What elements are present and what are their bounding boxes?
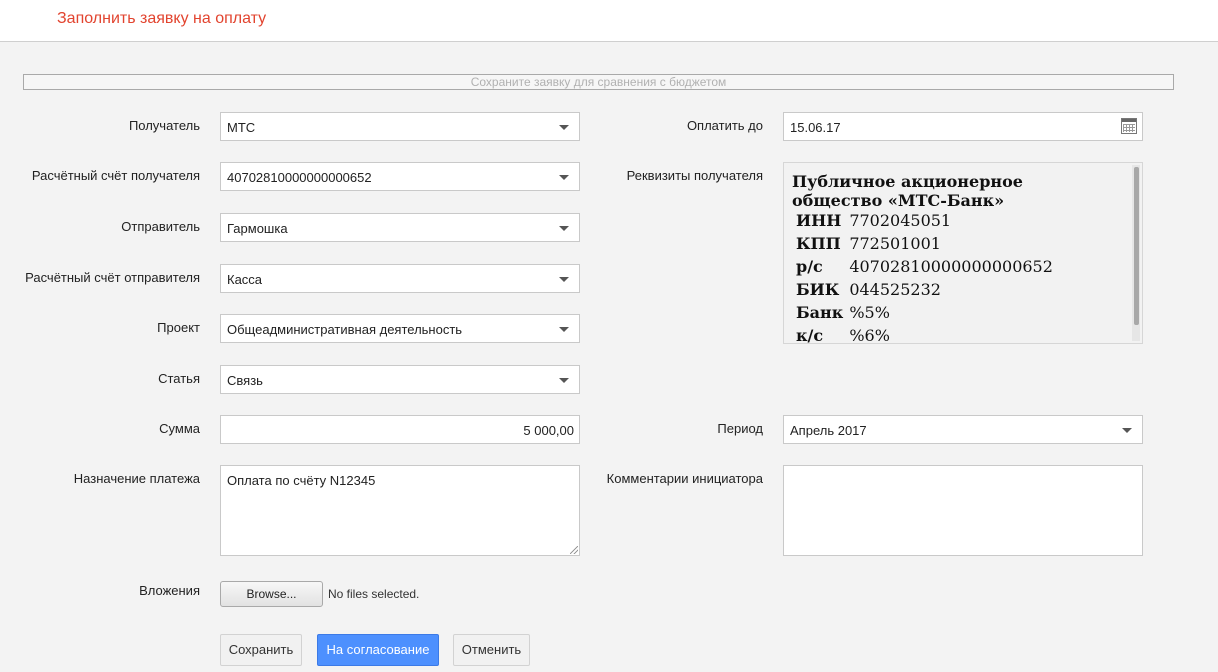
- requisites-key: Банк: [796, 303, 844, 322]
- page-header: Заполнить заявку на оплату: [0, 0, 1218, 42]
- requisites-row: ИНН 7702045051: [794, 211, 1057, 234]
- sender-label: Отправитель: [121, 219, 200, 234]
- initiator-comments-textarea[interactable]: [783, 465, 1143, 556]
- cancel-button[interactable]: Отменить: [453, 634, 530, 666]
- chevron-down-icon: [559, 226, 569, 231]
- requisites-key: к/с: [796, 326, 824, 344]
- file-status: No files selected.: [328, 587, 420, 601]
- requisites-value: 044525232: [849, 280, 941, 299]
- article-select[interactable]: Связь: [220, 365, 580, 394]
- pay-until-input[interactable]: 15.06.17: [783, 112, 1143, 141]
- initiator-comments-label: Комментарии инициатора: [606, 471, 763, 486]
- calendar-icon[interactable]: [1121, 118, 1137, 134]
- sender-account-select[interactable]: Касса: [220, 264, 580, 293]
- budget-compare-bar: Сохраните заявку для сравнения с бюджето…: [23, 74, 1174, 90]
- purpose-textarea[interactable]: Оплата по счёту N12345: [220, 465, 580, 556]
- requisites-row: Банк %5%: [794, 303, 1057, 326]
- period-select[interactable]: Апрель 2017: [783, 415, 1143, 444]
- chevron-down-icon: [559, 277, 569, 282]
- attachments-label: Вложения: [139, 583, 200, 598]
- period-value: Апрель 2017: [790, 423, 867, 438]
- requisites-name: Публичное акционерное общество «МТС-Банк…: [792, 172, 1122, 210]
- requisites-key: ИНН: [796, 211, 842, 230]
- save-button[interactable]: Сохранить: [220, 634, 302, 666]
- recipient-select[interactable]: МТС: [220, 112, 580, 141]
- requisites-name-line2: общество «МТС-Банк»: [792, 191, 1005, 210]
- recipient-account-label: Расчётный счёт получателя: [31, 168, 200, 183]
- requisites-value: %6%: [849, 326, 890, 344]
- period-label: Период: [717, 421, 763, 436]
- requisites-label: Реквизиты получателя: [626, 168, 763, 183]
- browse-button[interactable]: Browse...: [220, 581, 323, 607]
- requisites-value: 7702045051: [849, 211, 952, 230]
- sender-value: Гармошка: [227, 221, 288, 236]
- requisites-value: 40702810000000000652: [849, 257, 1053, 276]
- requisites-row: БИК 044525232: [794, 280, 1057, 303]
- scrollbar-thumb[interactable]: [1134, 167, 1139, 325]
- recipient-account-value: 40702810000000000652: [227, 170, 372, 185]
- resize-grip-icon[interactable]: [570, 546, 578, 554]
- requisites-value: %5%: [849, 303, 890, 322]
- requisites-key: р/с: [796, 257, 823, 276]
- amount-input[interactable]: 5 000,00: [220, 415, 580, 444]
- send-for-approval-button[interactable]: На согласование: [317, 634, 439, 666]
- project-value: Общеадминистративная деятельность: [227, 322, 463, 337]
- requisites-key: БИК: [796, 280, 840, 299]
- requisites-key: КПП: [796, 234, 841, 253]
- chevron-down-icon: [559, 327, 569, 332]
- recipient-account-select[interactable]: 40702810000000000652: [220, 162, 580, 191]
- requisites-scrollbar[interactable]: [1132, 165, 1140, 341]
- purpose-label: Назначение платежа: [73, 471, 200, 486]
- requisites-row: к/с %6%: [794, 326, 1057, 344]
- chevron-down-icon: [1122, 428, 1132, 433]
- sender-account-label: Расчётный счёт отправителя: [25, 270, 200, 285]
- recipient-label: Получатель: [128, 118, 200, 133]
- requisites-box: Публичное акционерное общество «МТС-Банк…: [783, 162, 1143, 344]
- pay-until-label: Оплатить до: [686, 118, 763, 133]
- requisites-row: р/с 40702810000000000652: [794, 257, 1057, 280]
- page-title: Заполнить заявку на оплату: [57, 10, 267, 27]
- purpose-value: Оплата по счёту N12345: [227, 473, 376, 488]
- article-label: Статья: [158, 371, 200, 386]
- sender-select[interactable]: Гармошка: [220, 213, 580, 242]
- sender-account-value: Касса: [227, 272, 263, 287]
- requisites-row: КПП 772501001: [794, 234, 1057, 257]
- requisites-name-line1: Публичное акционерное: [792, 172, 1023, 191]
- amount-label: Сумма: [159, 421, 200, 436]
- project-label: Проект: [157, 320, 200, 335]
- chevron-down-icon: [559, 378, 569, 383]
- article-value: Связь: [227, 373, 263, 388]
- requisites-table: ИНН 7702045051 КПП 772501001 р/с 4070281000…: [794, 211, 1057, 344]
- project-select[interactable]: Общеадминистративная деятельность: [220, 314, 580, 343]
- pay-until-value: 15.06.17: [790, 120, 841, 135]
- requisites-value: 772501001: [849, 234, 941, 253]
- recipient-value: МТС: [227, 120, 256, 135]
